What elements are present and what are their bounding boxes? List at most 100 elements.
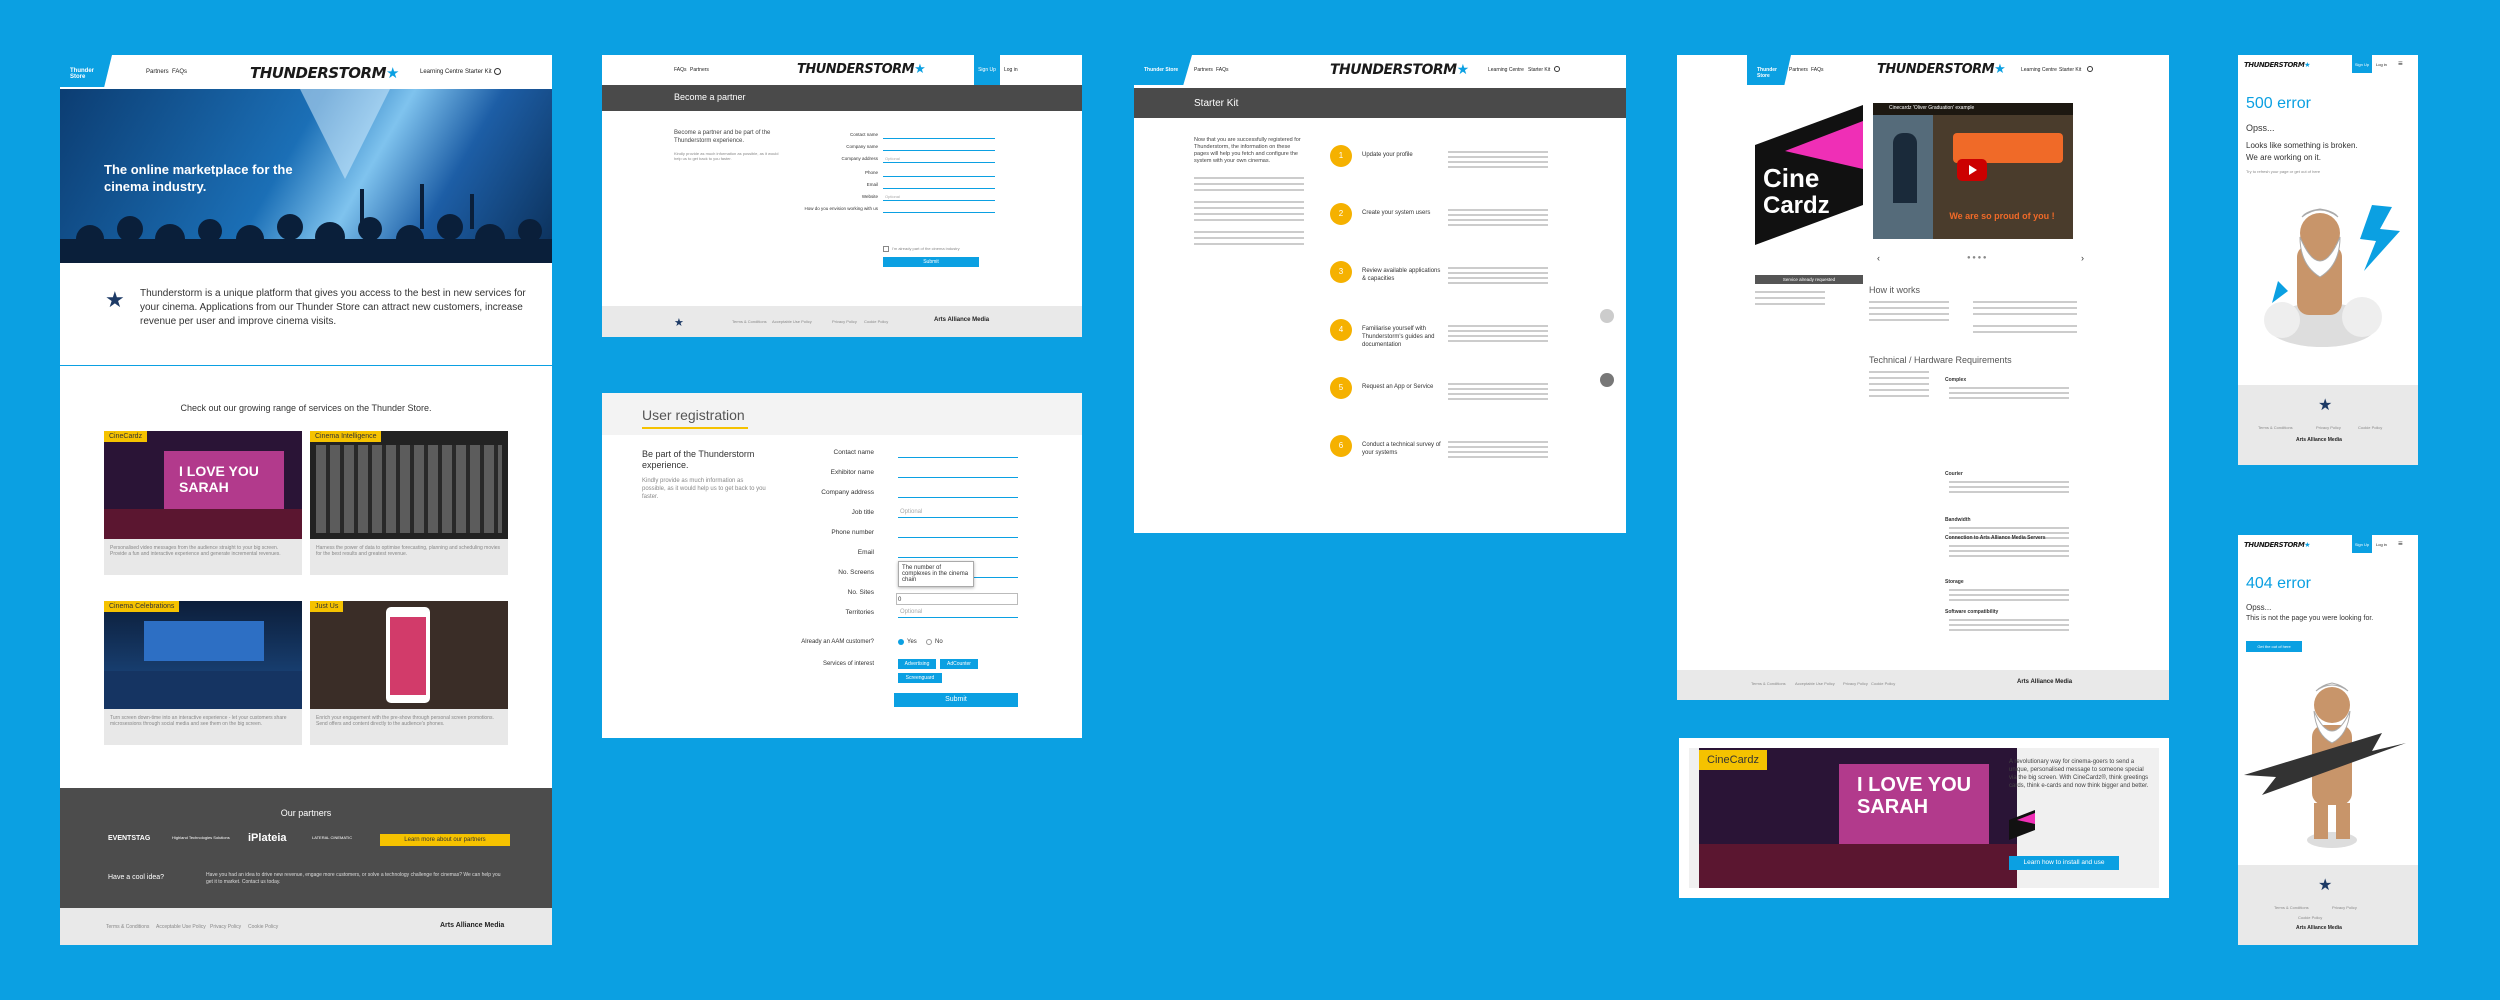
nav-tab-thunder-store[interactable]: Thunder Store [1747,55,1791,85]
radio-no[interactable] [926,639,932,645]
footer-link[interactable]: Privacy Policy [210,924,241,930]
user-icon[interactable] [1554,66,1560,72]
text-input[interactable] [898,617,1018,618]
footer-link[interactable]: Terms & Conditions [1751,681,1786,686]
footer-link[interactable]: Terms & Conditions [732,319,767,324]
step-desc [1448,441,1548,443]
text-input[interactable] [883,162,995,163]
thunderstorm-logo[interactable]: THUNDERSTORM★ [2244,61,2311,69]
carousel-prev-icon[interactable]: ‹ [1877,253,1880,263]
partner-logo[interactable]: LATERAL CINEMATIC [312,835,362,840]
footer-link[interactable]: Terms & Conditions [2258,425,2293,430]
aam-logo[interactable]: Arts Alliance Media [2296,925,2342,931]
aam-logo[interactable]: Arts Alliance Media [2296,437,2342,443]
footer-link[interactable]: Privacy Policy [2332,905,2357,910]
nav-log-in[interactable]: Log in [2376,62,2387,67]
nav-partners[interactable]: Partners [690,67,709,73]
submit-button[interactable]: Submit [894,693,1018,707]
footer-link[interactable]: Acceptable Use Policy [156,924,206,930]
service-chip[interactable]: Screenguard [898,673,942,683]
footer-link[interactable]: Privacy Policy [2316,425,2341,430]
nav-learning-centre[interactable]: Learning Centre [1488,67,1524,73]
text-input[interactable] [883,176,995,177]
sign-up-tab[interactable]: Sign Up [974,55,1000,85]
partner-logo[interactable]: EVENTSTAG [108,835,150,842]
footer-link[interactable]: Cookie Policy [864,319,888,324]
footer-link[interactable]: Acceptable Use Policy [1795,681,1835,686]
footer-link[interactable]: Privacy Policy [1843,681,1868,686]
service-card[interactable]: I LOVE YOU SARAH CineCardz Personalised v… [104,431,302,575]
radio-yes[interactable] [898,639,904,645]
partner-logo[interactable]: Highland Technologies Solutions [172,835,232,840]
text-input[interactable] [898,557,1018,558]
text-input[interactable] [898,457,1018,458]
menu-icon[interactable]: ≡ [2398,539,2403,548]
nav-tab-thunder-store[interactable]: Thunder Store [1134,55,1192,85]
scroll-dot[interactable] [1600,373,1614,387]
industry-checkbox[interactable] [883,246,889,252]
aam-logo[interactable]: Arts Alliance Media [2017,679,2072,685]
aam-logo[interactable]: Arts Alliance Media [934,317,989,323]
nav-partners[interactable]: Partners [146,69,169,75]
nav-learning-centre[interactable]: Learning Centre [420,69,463,75]
nav-log-in[interactable]: Log in [1004,67,1018,73]
text-input[interactable] [883,138,995,139]
thunderstorm-logo[interactable]: THUNDERSTORM★ [250,64,399,82]
text-input[interactable] [883,150,995,151]
learn-install-button[interactable]: Learn how to install and use [2009,856,2119,870]
scroll-dot[interactable] [1600,309,1614,323]
nav-starter-kit[interactable]: Starter Kit [1528,67,1550,73]
footer-link[interactable]: Cookie Policy [1871,681,1895,686]
footer-link[interactable]: Privacy Policy [832,319,857,324]
footer-link[interactable]: Terms & Conditions [106,924,149,930]
partners-cta-button[interactable]: Learn more about our partners [380,834,510,846]
thunderstorm-logo[interactable]: THUNDERSTORM★ [2244,541,2311,549]
nav-faqs[interactable]: FAQs [1811,67,1824,73]
error-link[interactable]: Try to refresh your page or get out of h… [2246,169,2320,174]
nav-faqs[interactable]: FAQs [1216,67,1229,73]
footer-link[interactable]: Cookie Policy [248,924,278,930]
nav-partners[interactable]: Partners [1194,67,1213,73]
text-input[interactable] [898,477,1018,478]
service-card[interactable]: Cinema Intelligence Harness the power of… [310,431,508,575]
sites-stepper[interactable] [896,593,1018,605]
menu-icon[interactable]: ≡ [2398,59,2403,68]
service-card[interactable]: Cinema Celebrations Turn screen down-tim… [104,601,302,745]
carousel-dots[interactable]: ● ● ● ● [1967,255,1987,261]
user-icon[interactable] [2087,66,2093,72]
nav-starter-kit[interactable]: Starter Kit [465,69,492,75]
text-input[interactable] [898,497,1018,498]
play-button[interactable] [1957,159,1987,181]
service-chip[interactable]: AdCounter [940,659,978,669]
text-input[interactable] [883,188,995,189]
thunderstorm-logo[interactable]: THUNDERSTORM★ [1877,62,2006,77]
sign-up-tab[interactable]: Sign Up [2352,55,2372,73]
text-input[interactable] [898,537,1018,538]
nav-tab-thunder-store[interactable]: Thunder Store [60,55,112,87]
video-player[interactable]: Cinecardz 'Oliver Graduation' example We… [1873,103,2073,239]
footer-link[interactable]: Cookie Policy [2298,915,2322,920]
partner-logo[interactable]: iPlateia [248,832,287,844]
nav-starter-kit[interactable]: Starter Kit [2059,67,2081,73]
nav-learning-centre[interactable]: Learning Centre [2021,67,2057,73]
text-input[interactable] [898,517,1018,518]
nav-partners[interactable]: Partners [1789,67,1808,73]
nav-log-in[interactable]: Log in [2376,542,2387,547]
text-input[interactable] [883,212,995,213]
text-input[interactable] [883,200,995,201]
nav-faqs[interactable]: FAQs [674,67,687,73]
get-out-button[interactable]: Get the out of here [2246,641,2302,652]
footer-link[interactable]: Acceptable Use Policy [772,319,812,324]
nav-faqs[interactable]: FAQs [172,69,187,75]
service-chip[interactable]: Advertising [898,659,936,669]
footer-link[interactable]: Cookie Policy [2358,425,2382,430]
submit-button[interactable]: Submit [883,257,979,267]
carousel-next-icon[interactable]: › [2081,253,2084,263]
footer-link[interactable]: Terms & Conditions [2274,905,2309,910]
service-card[interactable]: Just Us Enrich your engagement with the … [310,601,508,745]
aam-logo[interactable]: Arts Alliance Media [440,922,504,929]
thunderstorm-logo[interactable]: THUNDERSTORM★ [1330,62,1469,78]
user-icon[interactable] [494,68,501,75]
sign-up-tab[interactable]: Sign Up [2352,535,2372,553]
thunderstorm-logo[interactable]: THUNDERSTORM★ [797,62,926,77]
